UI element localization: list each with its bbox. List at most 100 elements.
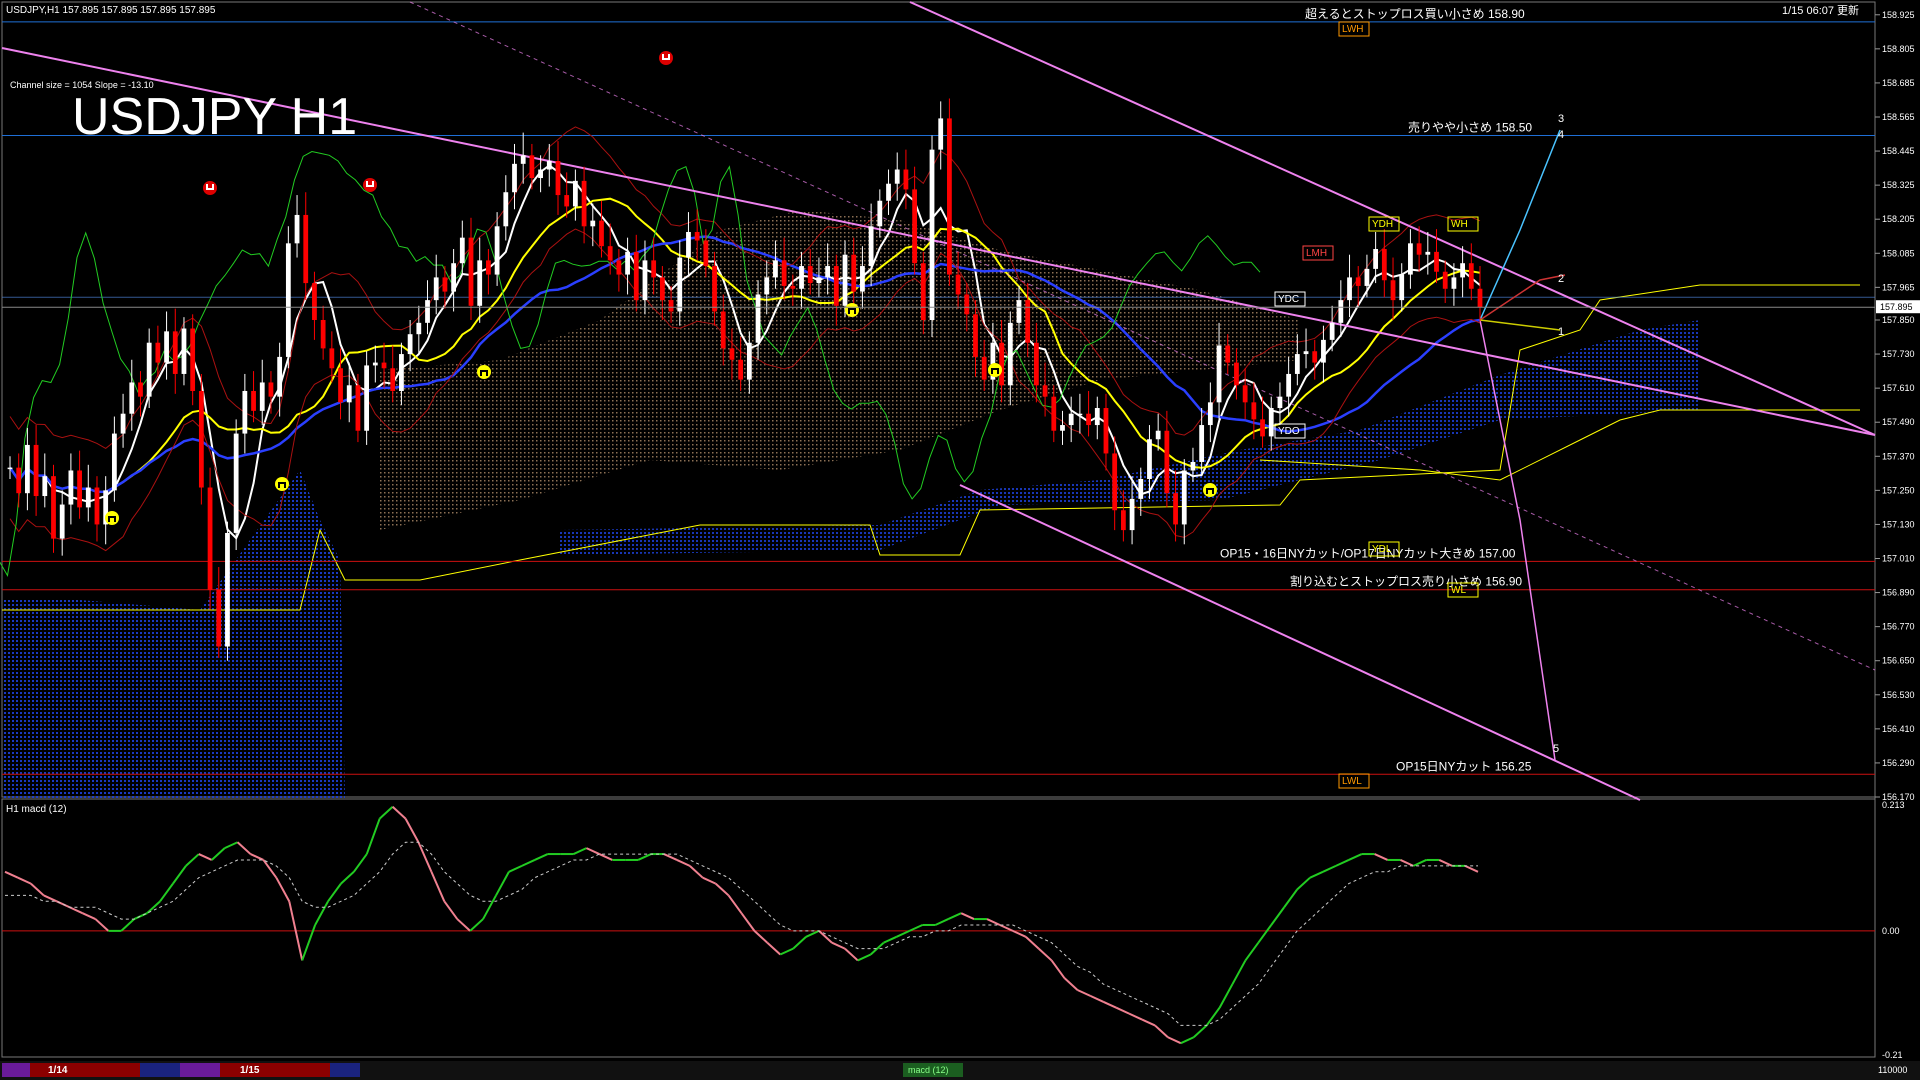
candle-body [16, 467, 22, 494]
candle-body [616, 260, 622, 275]
candle-body [1155, 430, 1161, 440]
candle-body [1277, 396, 1283, 409]
candle-body [459, 237, 465, 264]
macd-pane-title: H1 macd (12) [6, 804, 67, 815]
candle-body [894, 169, 900, 184]
candle-body [1173, 493, 1178, 525]
candle-body [285, 243, 291, 357]
candle-body [781, 260, 787, 286]
candle-body [546, 161, 552, 170]
candle-body [1216, 345, 1222, 403]
candle-body [364, 365, 370, 431]
last-price-label: 157.895 [1880, 302, 1913, 312]
candle-body [1147, 439, 1152, 479]
candle-body [233, 433, 239, 533]
y-tick-label: 158.685 [1882, 78, 1915, 88]
candle-body [242, 390, 248, 434]
candle-body [973, 314, 978, 357]
candle-body [346, 385, 352, 403]
candle-body [842, 254, 848, 306]
scenario-label: 2 [1558, 273, 1564, 285]
candle-body [68, 470, 74, 505]
candle-body [1373, 249, 1379, 269]
date-label-1-15: 1/15 [240, 1065, 260, 1076]
candle-body [720, 311, 726, 349]
candle-body [381, 362, 387, 369]
candle-body [633, 251, 639, 301]
candle-body [1286, 373, 1292, 397]
candle-body [581, 180, 587, 227]
candle-body [512, 163, 517, 193]
candle-body [668, 300, 674, 312]
candle-body [503, 192, 509, 227]
time-scroll-bar[interactable] [0, 1061, 1920, 1080]
candle-body [1207, 402, 1213, 426]
candle-body [964, 294, 970, 315]
candle-body [833, 266, 839, 306]
candle-body [442, 277, 448, 292]
candle-body [947, 118, 952, 275]
date-label-1-14: 1/14 [48, 1065, 68, 1076]
candle-body [1381, 249, 1387, 281]
candle-body [755, 294, 761, 343]
candle-body [1225, 345, 1231, 363]
candle-body [642, 260, 648, 301]
candle-body [1399, 274, 1405, 301]
y-tick-label: 157.250 [1882, 485, 1915, 495]
scenario-label: 4 [1558, 129, 1564, 141]
candle-body [607, 246, 613, 261]
candle-body [1190, 461, 1196, 471]
candle-body [529, 155, 535, 179]
candle-body [477, 260, 483, 306]
symbol-header: USDJPY,H1 157.895 157.895 157.895 157.89… [6, 5, 216, 16]
candle-body [746, 342, 752, 380]
candle-body [77, 470, 82, 508]
candle-body [1408, 243, 1413, 275]
mt4-chart-window: 超えるとストップロス買い小さめ 158.90 売りやや小さめ 158.50 OP15… [0, 0, 1920, 1080]
candle-body [1033, 342, 1039, 386]
candle-body [146, 342, 152, 397]
candle-body [1094, 408, 1100, 426]
candle-body [712, 266, 717, 312]
candle-body [938, 118, 944, 150]
candle-body [816, 277, 822, 284]
candle-body [390, 368, 396, 391]
candle-body [468, 237, 474, 306]
y-tick-label: 156.530 [1882, 690, 1915, 700]
candle-body [372, 362, 378, 366]
candle-body [1312, 351, 1318, 363]
candle-body [42, 476, 48, 497]
candle-body [155, 342, 161, 363]
candle-body [399, 354, 404, 391]
candle-body [129, 382, 135, 414]
candle-body [703, 240, 709, 267]
candle-body [294, 214, 300, 244]
macd-tab-label[interactable]: macd (12) [908, 1065, 949, 1075]
candle-body [172, 331, 178, 374]
candle-body [1434, 251, 1439, 272]
candle-body [85, 487, 91, 508]
candle-body [851, 254, 857, 292]
candle-body [538, 169, 543, 179]
y-tick-label: 156.290 [1882, 758, 1915, 768]
chart-title-overlay: USDJPY H1 [72, 88, 357, 146]
candle-body [1364, 268, 1370, 286]
footer-segment [30, 1063, 140, 1077]
candle-body [268, 382, 274, 397]
macd-y-tick: -0.21 [1882, 1050, 1903, 1060]
candle-body [94, 487, 100, 525]
footer-segment [140, 1063, 180, 1077]
y-tick-label: 157.370 [1882, 451, 1915, 461]
y-tick-label: 157.730 [1882, 349, 1915, 359]
candle-body [198, 390, 204, 488]
candle-body [1138, 479, 1144, 499]
candle-body [1060, 425, 1065, 431]
candle-body [259, 382, 265, 411]
y-tick-label: 157.490 [1882, 417, 1915, 427]
y-tick-label: 158.205 [1882, 214, 1915, 224]
scenario-label: 1 [1558, 326, 1564, 338]
candle-body [33, 444, 39, 497]
candle-body [1112, 453, 1118, 511]
candle-body [425, 300, 430, 323]
footer-segment [220, 1063, 330, 1077]
